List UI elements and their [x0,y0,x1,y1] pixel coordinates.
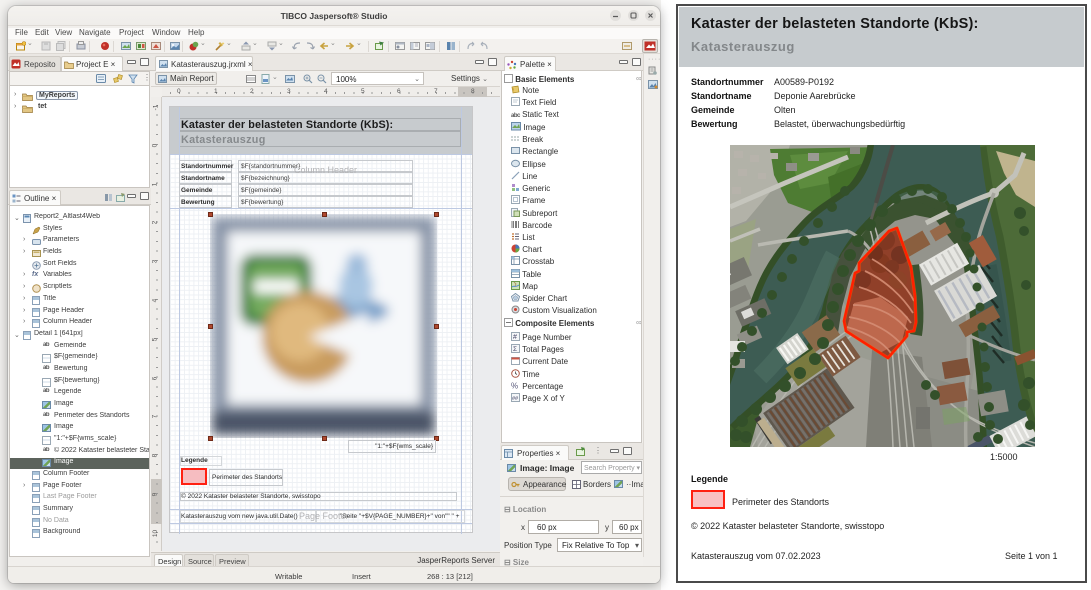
svg-text:%: % [511,382,518,391]
svg-text:Σ: Σ [513,346,517,353]
svg-text:##: ## [512,396,519,402]
svg-text:#: # [513,334,517,341]
